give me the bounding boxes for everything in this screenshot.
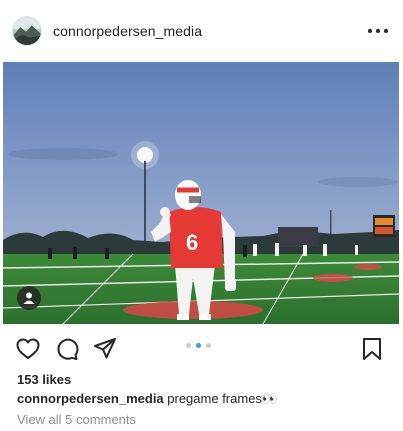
post-photo[interactable]: 6 bbox=[3, 62, 399, 324]
carousel-dot[interactable] bbox=[186, 343, 191, 348]
jersey-number: 6 bbox=[186, 230, 198, 255]
view-comments-link[interactable]: View all 5 comments bbox=[17, 412, 136, 427]
post-header: connorpedersen_media bbox=[0, 0, 403, 62]
more-options-icon[interactable] bbox=[368, 24, 388, 38]
caption-username[interactable]: connorpedersen_media bbox=[17, 391, 164, 406]
post-username[interactable]: connorpedersen_media bbox=[53, 23, 202, 39]
likes-count[interactable]: 153 likes bbox=[17, 372, 71, 387]
carousel-dot[interactable] bbox=[206, 343, 211, 348]
bookmark-icon[interactable] bbox=[359, 336, 385, 362]
comment-icon[interactable] bbox=[54, 336, 80, 362]
caption-text: pregame frames👀 bbox=[163, 391, 279, 406]
action-bar bbox=[0, 330, 403, 366]
carousel-dot-active[interactable] bbox=[196, 343, 201, 348]
paper-plane-icon[interactable] bbox=[92, 336, 118, 362]
post-caption: connorpedersen_media pregame frames👀 bbox=[17, 391, 278, 407]
avatar[interactable] bbox=[12, 16, 42, 46]
carousel-indicator bbox=[186, 343, 211, 348]
football-player-photo: 6 bbox=[3, 62, 399, 324]
heart-icon[interactable] bbox=[15, 336, 41, 362]
user-tag-icon[interactable] bbox=[17, 286, 41, 310]
